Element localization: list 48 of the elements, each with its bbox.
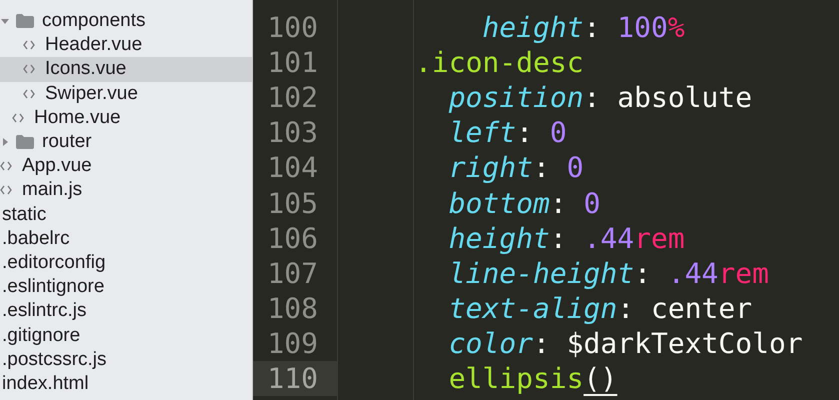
code-line: .icon-desc [415, 46, 584, 80]
line-number: 103 [266, 115, 319, 150]
code-line: left: 0 [448, 116, 567, 150]
code-file-icon [23, 40, 35, 50]
code-file-icon [0, 185, 12, 196]
code-line: color: $darkTextColor [448, 326, 803, 360]
code-line: bottom: 0 [448, 186, 600, 220]
file-tree-item[interactable]: .editorconfig [0, 250, 252, 276]
code-file-icon [23, 88, 35, 99]
code-file-icon [12, 112, 24, 123]
file-tree-item[interactable]: Swiper.vue [0, 82, 252, 106]
line-number: 104 [266, 150, 319, 186]
line-number: 102 [266, 80, 319, 116]
folder-icon [16, 14, 34, 28]
code-line: text-align: center [448, 292, 752, 325]
caret-down-icon[interactable] [0, 16, 10, 26]
code-file-icon [0, 161, 12, 172]
line-number: 107 [266, 256, 319, 291]
file-tree-item[interactable]: router [0, 130, 252, 154]
line-number: 105 [266, 186, 319, 221]
file-tree-item[interactable]: static [0, 202, 252, 227]
line-number: 110 [253, 360, 337, 396]
code-file-icon [23, 64, 35, 74]
file-tree-item[interactable]: index.html [0, 372, 252, 396]
code-line: height: .44 rem [448, 222, 685, 255]
file-tree-item[interactable]: Home.vue [0, 106, 252, 130]
code-line: height: 100% [482, 11, 685, 44]
file-tree-item[interactable]: App.vue [0, 154, 252, 178]
file-tree-item[interactable]: main.js [0, 178, 252, 202]
code-line: line-height: .44 rem [448, 256, 769, 290]
line-number: 106 [266, 220, 319, 256]
line-number: 109 [266, 326, 319, 361]
caret-right-icon[interactable] [0, 137, 10, 148]
file-tree-item[interactable]: components [0, 9, 252, 34]
file-tree-item[interactable]: .eslintrc.js [0, 299, 252, 324]
folder-icon [16, 135, 34, 150]
line-number: 100 [266, 10, 319, 46]
code-line: right: 0 [448, 151, 584, 184]
file-tree-item[interactable]: Header.vue [0, 33, 252, 58]
code-line: position: absolute [448, 81, 752, 114]
code-line: ellipsis() [448, 362, 618, 395]
file-tree-item[interactable]: .postcssrc.js [0, 348, 252, 372]
line-number: 101 [266, 45, 319, 80]
file-tree-item[interactable]: Icons.vue [0, 57, 252, 82]
file-tree-item[interactable]: .eslintignore [0, 275, 252, 300]
file-tree-item[interactable]: .babelrc [0, 226, 252, 251]
line-number: 108 [266, 290, 319, 326]
file-tree-item[interactable]: .gitignore [0, 323, 252, 348]
